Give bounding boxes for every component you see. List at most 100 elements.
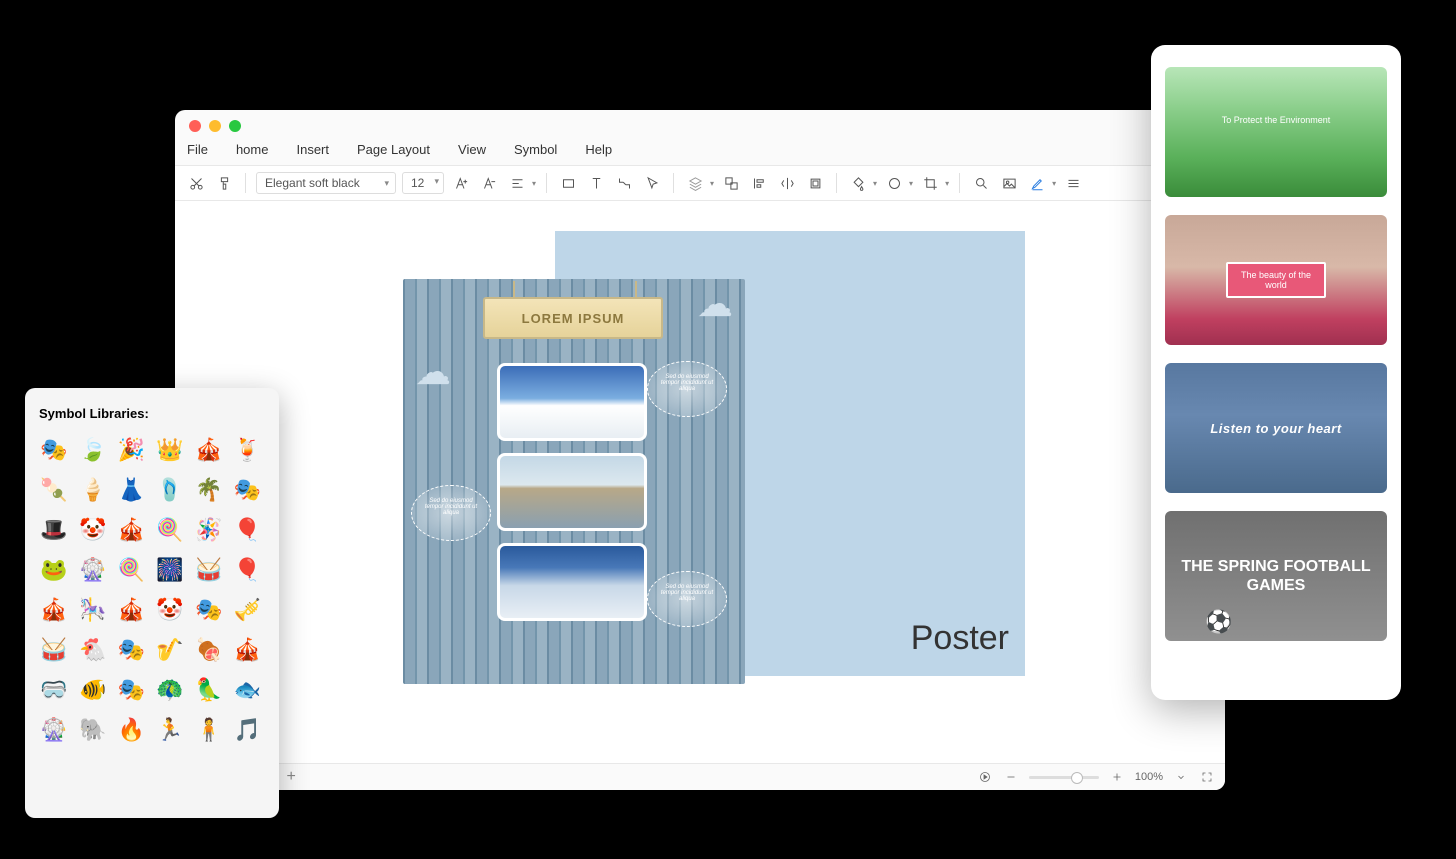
fill-dropdown-icon[interactable]: ▾: [873, 179, 877, 188]
symbol-item[interactable]: 🐠: [78, 675, 108, 705]
symbol-item[interactable]: 🦚: [155, 675, 185, 705]
symbol-item[interactable]: 🎆: [155, 555, 185, 585]
menu-help[interactable]: Help: [585, 142, 612, 157]
shape-dropdown-icon[interactable]: ▾: [909, 179, 913, 188]
symbol-item[interactable]: 🎭: [232, 475, 262, 505]
symbol-item[interactable]: 🧍: [194, 715, 224, 745]
shape-style-icon[interactable]: [883, 172, 905, 194]
window-close[interactable]: [189, 120, 201, 132]
pointer-tool-icon[interactable]: [641, 172, 663, 194]
symbol-item[interactable]: 🐟: [232, 675, 262, 705]
group-icon[interactable]: [720, 172, 742, 194]
zoom-in-icon[interactable]: [1109, 769, 1125, 785]
crop-dropdown-icon[interactable]: ▾: [945, 179, 949, 188]
symbol-item[interactable]: 🥁: [39, 635, 69, 665]
highlight-dropdown-icon[interactable]: ▾: [1052, 179, 1056, 188]
layer-dropdown-icon[interactable]: ▾: [710, 179, 714, 188]
symbol-item[interactable]: 🔥: [116, 715, 146, 745]
symbol-item[interactable]: 🏃: [155, 715, 185, 745]
symbol-item[interactable]: 🎪: [116, 595, 146, 625]
position-icon[interactable]: [804, 172, 826, 194]
more-icon[interactable]: [1062, 172, 1084, 194]
symbol-item[interactable]: 🥽: [39, 675, 69, 705]
symbol-item[interactable]: 🍭: [116, 555, 146, 585]
symbol-item[interactable]: 🥁: [194, 555, 224, 585]
template-thumbnail[interactable]: Listen to your heart: [1165, 363, 1387, 493]
canvas[interactable]: Poster ☁ ☁ LOREM IPSUM Sed do eiusmod te…: [175, 201, 1225, 763]
align-icon[interactable]: [506, 172, 528, 194]
connector-tool-icon[interactable]: [613, 172, 635, 194]
symbol-item[interactable]: 🎈: [232, 555, 262, 585]
symbol-item[interactable]: 🎺: [232, 595, 262, 625]
thought-bubble[interactable]: Sed do eiusmod tempor incididunt ut aliq…: [647, 361, 727, 417]
symbol-item[interactable]: 🎷: [155, 635, 185, 665]
insert-image-icon[interactable]: [998, 172, 1020, 194]
symbol-item[interactable]: 🤡: [155, 595, 185, 625]
symbol-item[interactable]: 🌴: [194, 475, 224, 505]
menu-page-layout[interactable]: Page Layout: [357, 142, 430, 157]
menu-home[interactable]: home: [236, 142, 269, 157]
symbol-item[interactable]: 🎭: [116, 675, 146, 705]
template-thumbnail[interactable]: The beauty of the world: [1165, 215, 1387, 345]
symbol-item[interactable]: 🎠: [78, 595, 108, 625]
thought-bubble[interactable]: Sed do eiusmod tempor incididunt ut aliq…: [647, 571, 727, 627]
menu-view[interactable]: View: [458, 142, 486, 157]
zoom-slider[interactable]: [1029, 776, 1099, 779]
symbol-item[interactable]: 🍦: [78, 475, 108, 505]
font-selector[interactable]: Elegant soft black: [256, 172, 396, 194]
highlight-icon[interactable]: [1026, 172, 1048, 194]
symbol-item[interactable]: 🎈: [232, 515, 262, 545]
symbol-item[interactable]: 🍃: [78, 435, 108, 465]
symbol-item[interactable]: 🎭: [194, 595, 224, 625]
sign-board[interactable]: LOREM IPSUM: [483, 297, 663, 339]
symbol-item[interactable]: 🍡: [39, 475, 69, 505]
menu-insert[interactable]: Insert: [296, 142, 329, 157]
symbol-item[interactable]: 🎉: [116, 435, 146, 465]
layer-icon[interactable]: [684, 172, 706, 194]
symbol-item[interactable]: 🩴: [155, 475, 185, 505]
flip-icon[interactable]: [776, 172, 798, 194]
fullscreen-icon[interactable]: [1199, 769, 1215, 785]
increase-font-icon[interactable]: [450, 172, 472, 194]
symbol-item[interactable]: 🎭: [39, 435, 69, 465]
zoom-dropdown-icon[interactable]: [1173, 769, 1189, 785]
symbol-item[interactable]: 🎩: [39, 515, 69, 545]
symbol-item[interactable]: 🦜: [194, 675, 224, 705]
poster-photo[interactable]: [497, 363, 647, 441]
symbol-item[interactable]: 👑: [155, 435, 185, 465]
symbol-item[interactable]: 👗: [116, 475, 146, 505]
symbol-item[interactable]: 🎪: [232, 635, 262, 665]
align-dropdown-icon[interactable]: ▾: [532, 179, 536, 188]
presentation-icon[interactable]: [977, 769, 993, 785]
decrease-font-icon[interactable]: [478, 172, 500, 194]
symbol-item[interactable]: 🪅: [194, 515, 224, 545]
template-thumbnail[interactable]: THE SPRING FOOTBALL GAMES ⚽: [1165, 511, 1387, 641]
poster-photo[interactable]: [497, 453, 647, 531]
menu-symbol[interactable]: Symbol: [514, 142, 557, 157]
align-objects-icon[interactable]: [748, 172, 770, 194]
window-maximize[interactable]: [229, 120, 241, 132]
add-page-button[interactable]: +: [286, 768, 295, 786]
poster-photo[interactable]: [497, 543, 647, 621]
symbol-item[interactable]: 🎭: [116, 635, 146, 665]
symbol-item[interactable]: 🍭: [155, 515, 185, 545]
symbol-item[interactable]: 🎵: [232, 715, 262, 745]
rectangle-tool-icon[interactable]: [557, 172, 579, 194]
cut-icon[interactable]: [185, 172, 207, 194]
fill-color-icon[interactable]: [847, 172, 869, 194]
symbol-item[interactable]: 🎡: [39, 715, 69, 745]
format-painter-icon[interactable]: [213, 172, 235, 194]
template-thumbnail[interactable]: To Protect the Environment: [1165, 67, 1387, 197]
symbol-item[interactable]: 🍹: [232, 435, 262, 465]
text-tool-icon[interactable]: [585, 172, 607, 194]
font-size-selector[interactable]: 12: [402, 172, 444, 194]
symbol-item[interactable]: 🎡: [78, 555, 108, 585]
poster-card[interactable]: ☁ ☁ LOREM IPSUM Sed do eiusmod tempor in…: [403, 279, 745, 684]
menu-file[interactable]: File: [187, 142, 208, 157]
window-minimize[interactable]: [209, 120, 221, 132]
search-icon[interactable]: [970, 172, 992, 194]
symbol-item[interactable]: 🤡: [78, 515, 108, 545]
symbol-item[interactable]: 🐔: [78, 635, 108, 665]
symbol-item[interactable]: 🐘: [78, 715, 108, 745]
zoom-out-icon[interactable]: [1003, 769, 1019, 785]
